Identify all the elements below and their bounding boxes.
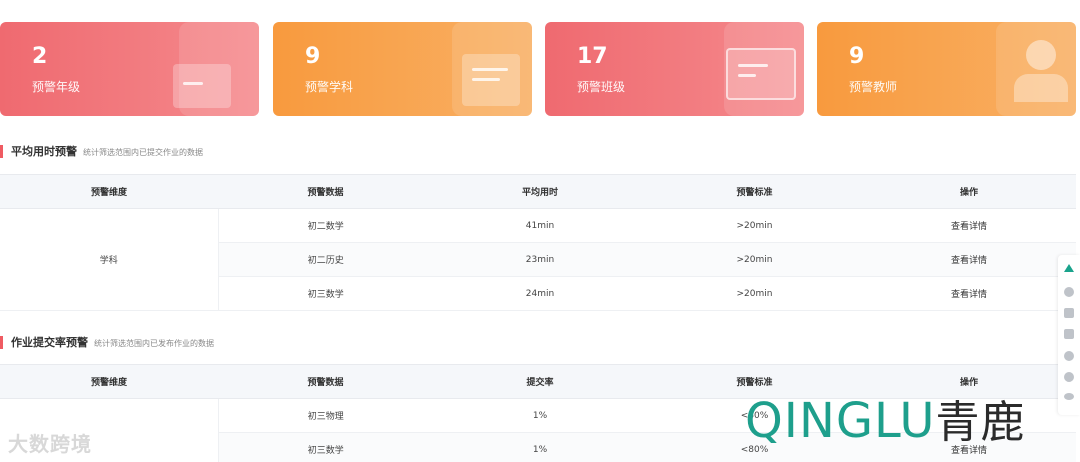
brand-text-cn: 青鹿 [935,397,1026,448]
section-subtitle: 统计筛选范围内已提交作业的数据 [83,148,203,157]
user-icon[interactable] [1064,372,1074,382]
view-details-link[interactable]: 查看详情 [862,208,1076,243]
watermark-left: 大数跨境 [8,432,92,456]
view-details-link[interactable]: 查看详情 [862,242,1076,277]
section-subtitle: 统计筛选范围内已发布作业的数据 [94,339,214,348]
section-title: 作业提交率预警 [11,336,88,349]
back-to-top-icon[interactable] [1064,264,1074,272]
notebook-icon[interactable] [1064,329,1074,339]
data-cell: 初三数学 [218,276,433,311]
clock-icon[interactable] [1064,287,1074,297]
dimension-cell: 学科 [0,208,219,311]
column-header: 预警数据 [218,364,433,399]
floating-toolbar [1058,255,1080,415]
card-value: 9 [305,44,321,69]
card-label: 预警年级 [32,80,81,94]
page: 2 预警年级 9 预警学科 17 预警班级 9 预警教师 平均用时预警 统计筛选… [0,0,1080,462]
standard-cell: >20min [647,208,862,243]
value-cell: 24min [433,276,647,311]
column-header: 预警数据 [218,174,433,209]
standard-cell: >20min [647,242,862,277]
value-cell: 41min [433,208,647,243]
table-row: 学科 初二数学 41min >20min 查看详情 [0,208,1076,311]
standard-cell: >20min [647,276,862,311]
data-cell: 初三物理 [218,398,433,433]
column-header: 平均用时 [433,174,647,209]
column-header: 预警维度 [0,364,218,399]
card-warning-subject[interactable]: 9 预警学科 [273,22,532,116]
table-header-row: 预警维度 预警数据 平均用时 预警标准 操作 [0,174,1076,209]
card-label: 预警班级 [577,80,626,94]
card-value: 9 [849,44,865,69]
value-cell: 23min [433,242,647,277]
value-cell: 1% [433,398,647,433]
card-label: 预警学科 [305,80,354,94]
card-warning-class[interactable]: 17 预警班级 [545,22,804,116]
data-cell: 初二历史 [218,242,433,277]
eye-icon[interactable] [1064,393,1074,400]
section-submission-rate-title: 作业提交率预警 统计筛选范围内已发布作业的数据 [0,334,214,350]
card-warning-grade[interactable]: 2 预警年级 [0,22,259,116]
card-value: 2 [32,44,48,69]
view-details-link[interactable]: 查看详情 [862,276,1076,311]
column-header: 提交率 [433,364,647,399]
stat-cards: 2 预警年级 9 预警学科 17 预警班级 9 预警教师 [0,22,1080,116]
data-cell: 初二数学 [218,208,433,243]
card-value: 17 [577,44,608,69]
column-header: 预警标准 [647,174,862,209]
column-header: 预警维度 [0,174,218,209]
data-cell: 初三数学 [218,432,433,462]
section-title: 平均用时预警 [11,145,77,158]
average-time-table: 预警维度 预警数据 平均用时 预警标准 操作 学科 初二数学 41min >20… [0,174,1076,311]
column-header: 操作 [862,174,1076,209]
brand-watermark: QINGLU青鹿 [745,386,1026,450]
card-label: 预警教师 [849,80,898,94]
value-cell: 1% [433,432,647,462]
document-icon[interactable] [1064,308,1074,318]
section-average-time-title: 平均用时预警 统计筛选范围内已提交作业的数据 [0,143,203,159]
card-warning-teacher[interactable]: 9 预警教师 [817,22,1076,116]
check-icon[interactable] [1064,351,1074,361]
brand-text: QINGLU [745,393,936,449]
